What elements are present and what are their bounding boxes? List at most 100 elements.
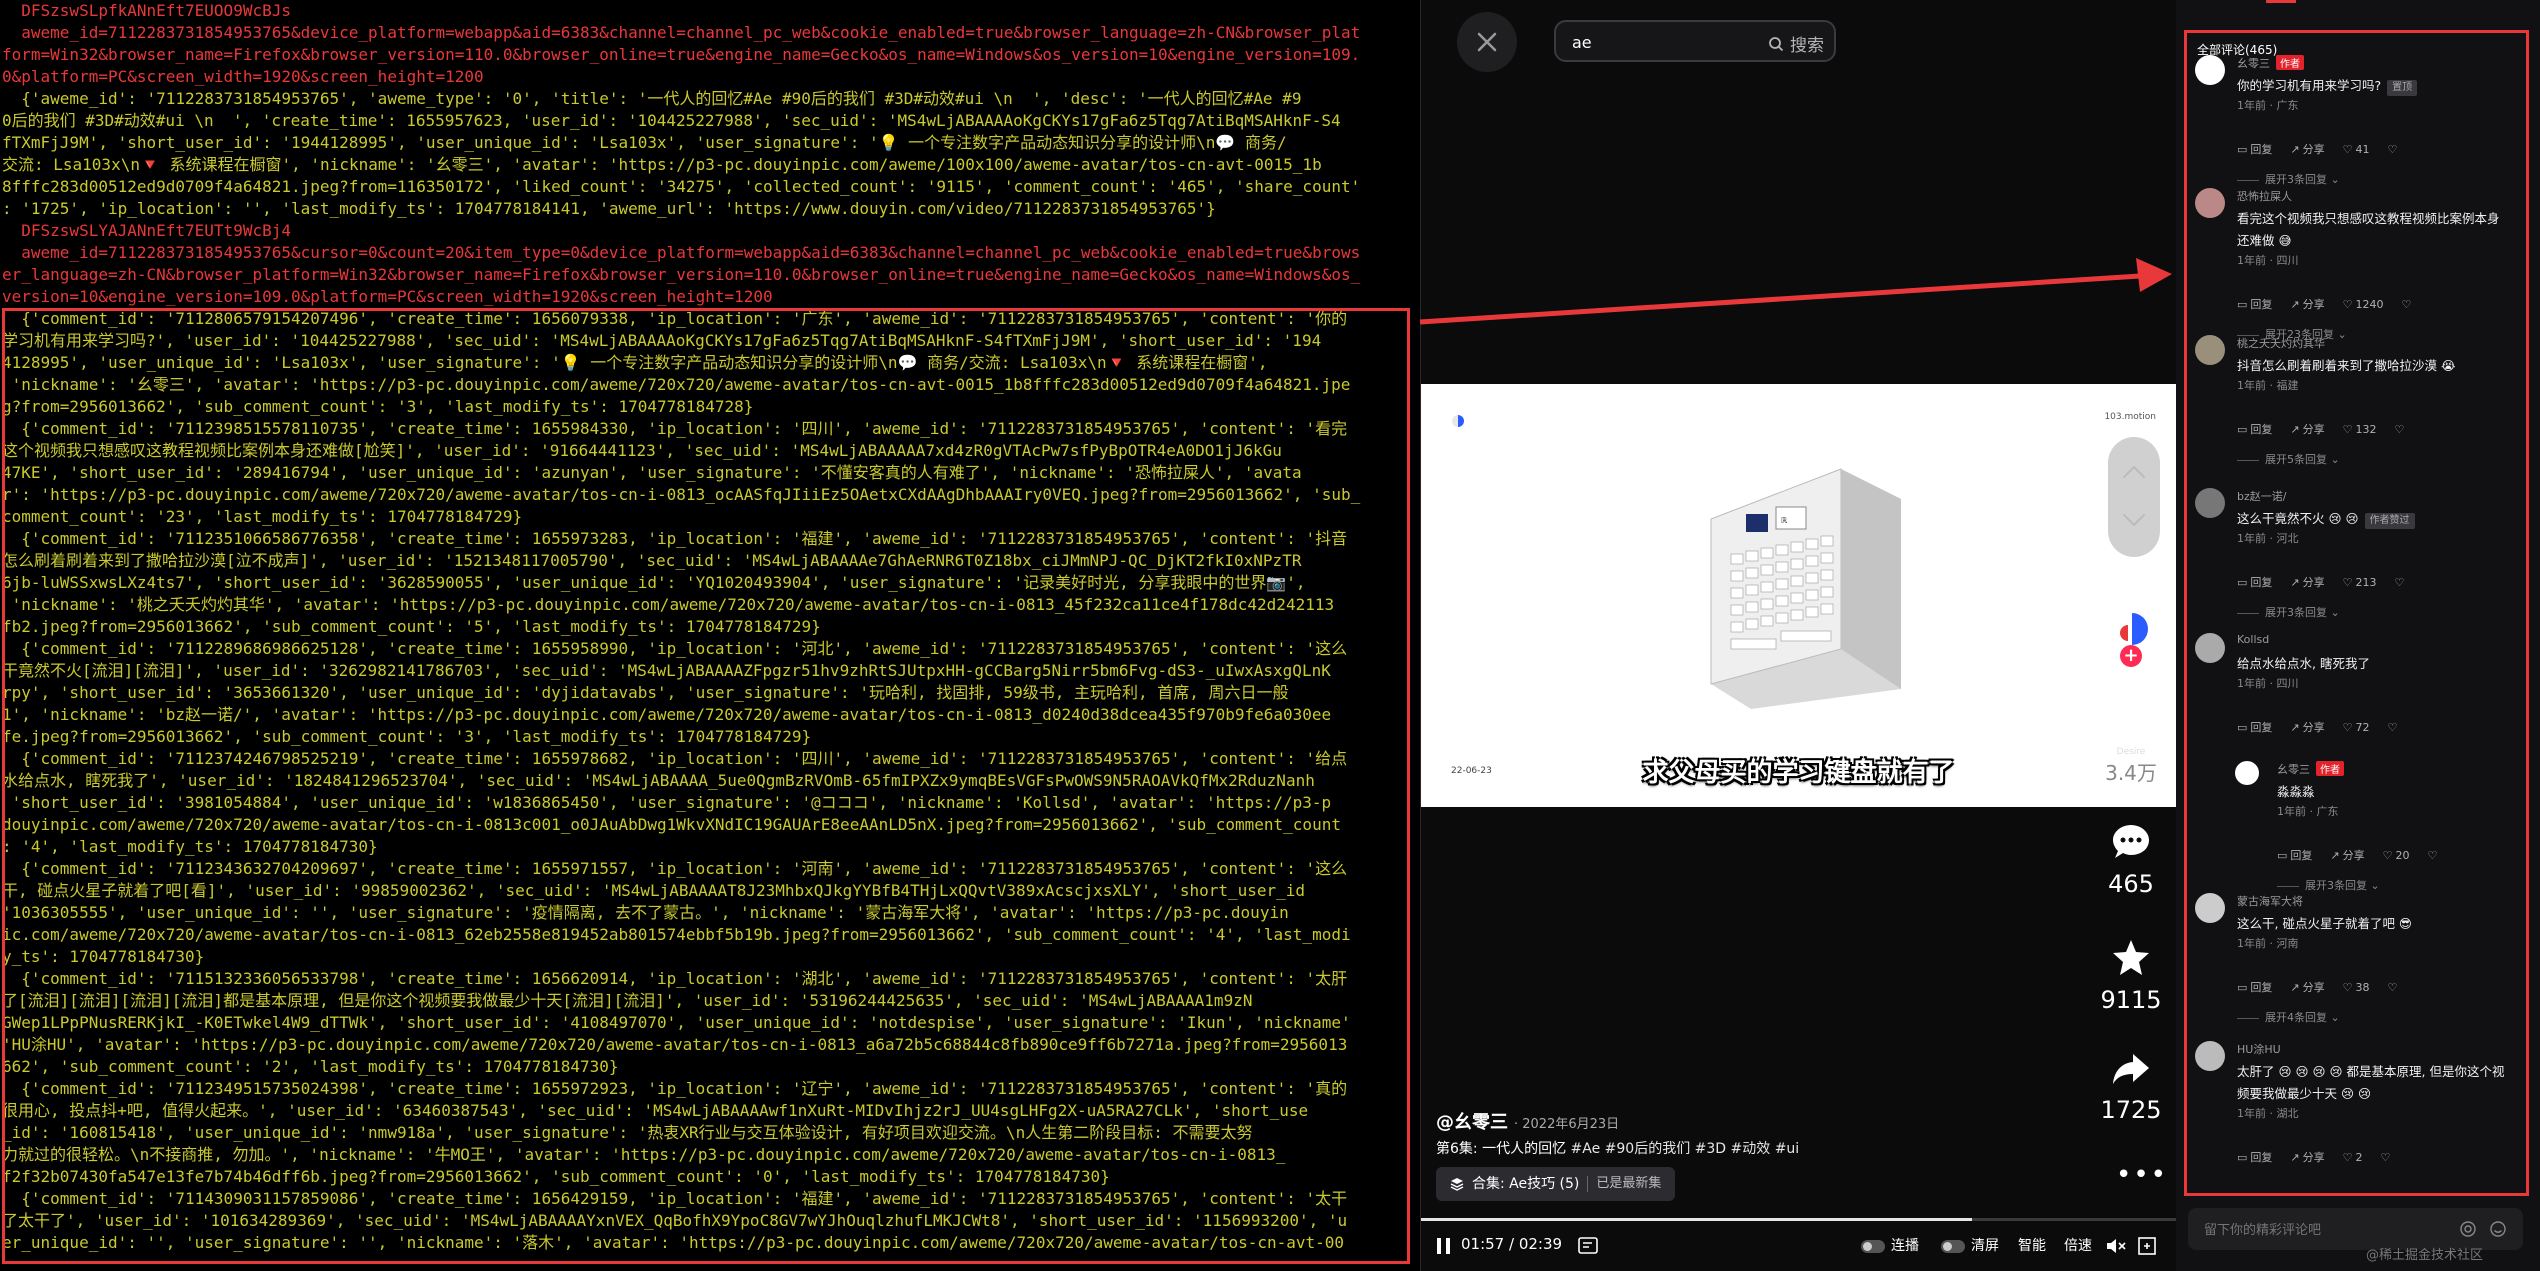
comment-text: 你的学习机有用来学习吗? 置顶 — [2237, 75, 2507, 97]
dislike-button[interactable]: ♡ — [2381, 1149, 2391, 1165]
reply-button[interactable]: ▭ 回复 — [2237, 719, 2272, 735]
share-comment-button[interactable]: ↗ 分享 — [2290, 296, 2324, 312]
comment-content: 给点水给点水, 瞎死我了 — [2237, 656, 2370, 671]
video-frame[interactable]: 103.motion ℝ 22-06-23 求父母买的学习键盘就有了 — [1421, 384, 2176, 807]
comment-like-button[interactable]: ♡ 72 — [2343, 719, 2370, 735]
share-comment-button[interactable]: ↗ 分享 — [2290, 979, 2324, 995]
follow-button[interactable]: + — [2120, 645, 2142, 667]
share-comment-button[interactable]: ↗ 分享 — [2330, 847, 2364, 863]
layers-icon — [1450, 1178, 1464, 1191]
more-options-icon[interactable]: ••• — [2116, 1160, 2168, 1190]
reply-button[interactable]: ▭ 回复 — [2237, 1149, 2272, 1165]
dislike-button[interactable]: ♡ — [2395, 421, 2405, 437]
comment-username[interactable]: 幺零三 作者 — [2237, 55, 2304, 71]
comment-action[interactable]: 465 — [2086, 822, 2176, 898]
hashtags[interactable]: #Ae #90后的我们 #3D #动效 #ui — [1571, 1141, 1800, 1157]
dislike-button[interactable]: ♡ — [2395, 574, 2405, 590]
share-comment-button[interactable]: ↗ 分享 — [2290, 141, 2324, 157]
comment-actions: ▭ 回复 ↗ 分享 ♡ 38 ♡ — [2237, 979, 2397, 995]
share-comment-button[interactable]: ↗ 分享 — [2290, 719, 2324, 735]
close-button[interactable] — [1457, 12, 1517, 72]
reply-button[interactable]: ▭ 回复 — [2277, 847, 2312, 863]
comment-username[interactable]: 幺零三 作者 — [2277, 761, 2344, 777]
chevron-up-icon[interactable] — [2122, 465, 2146, 489]
share-comment-button[interactable]: ↗ 分享 — [2290, 574, 2324, 590]
avatar[interactable] — [2195, 488, 2225, 518]
avatar[interactable] — [2195, 55, 2225, 85]
comments-panel: 全部评论(465) 幺零三 作者 你的学习机有用来学习吗? 置顶 1年前 · 广东 ▭ 回复… — [2176, 0, 2540, 1271]
comment-username[interactable]: Kollsd — [2237, 633, 2269, 646]
continuous-play-toggle[interactable]: 连播 — [1861, 1235, 1919, 1255]
reply-button[interactable]: ▭ 回复 — [2237, 979, 2272, 995]
heart-icon: ♡ — [2342, 1150, 2353, 1164]
like-action[interactable]: Desire 3.4万 — [2086, 705, 2176, 786]
player-controls: 01:57 / 02:39 连播 清屏 智能 倍速 — [1421, 1228, 2176, 1268]
favorite-action[interactable]: 9115 — [2086, 938, 2176, 1014]
video-nav-slider[interactable] — [2108, 437, 2160, 557]
share-comment-button[interactable]: ↗ 分享 — [2290, 1149, 2324, 1165]
comment-text: 淼淼淼 — [2277, 781, 2526, 803]
username-text: bz赵一诺/ — [2237, 490, 2287, 503]
avatar[interactable] — [2195, 188, 2225, 218]
comment-like-button[interactable]: ♡ 213 — [2343, 574, 2377, 590]
volume-mute-icon[interactable] — [2106, 1237, 2126, 1255]
comment-username[interactable]: bz赵一诺/ — [2237, 488, 2286, 504]
share-icon: ↗ — [2330, 848, 2340, 862]
author-name[interactable]: @幺零三 — [1436, 1112, 1508, 1133]
dislike-button[interactable]: ♡ — [2388, 719, 2398, 735]
comment-like-button[interactable]: ♡ 132 — [2343, 421, 2377, 437]
comments-highlight-box: 全部评论(465) 幺零三 作者 你的学习机有用来学习吗? 置顶 1年前 · 广东 ▭ 回复… — [2184, 30, 2529, 1196]
chevron-down-icon[interactable] — [2122, 503, 2146, 527]
progress-bar[interactable] — [1421, 1218, 2176, 1221]
danmaku-icon[interactable] — [1578, 1237, 1600, 1255]
search-button[interactable]: 搜索 — [1768, 31, 1824, 56]
avatar[interactable] — [2235, 761, 2259, 785]
share-action[interactable]: 1725 — [2086, 1050, 2176, 1124]
comment-like-button[interactable]: ♡ 20 — [2383, 847, 2410, 863]
share-comment-button[interactable]: ↗ 分享 — [2290, 421, 2324, 437]
clear-screen-toggle[interactable]: 清屏 — [1941, 1235, 1999, 1255]
comment-like-button[interactable]: ♡ 38 — [2343, 979, 2370, 995]
search-input[interactable] — [1570, 28, 1754, 56]
heart-icon — [2113, 708, 2149, 743]
reply-input[interactable] — [2202, 1218, 2446, 1242]
at-icon[interactable] — [2459, 1220, 2477, 1238]
collection-chip[interactable]: 合集: Ae技巧 (5) 已是最新集 — [1436, 1167, 1676, 1201]
reply-button[interactable]: ▭ 回复 — [2237, 296, 2272, 312]
fullscreen-icon[interactable] — [2138, 1237, 2156, 1255]
dislike-button[interactable]: ♡ — [2388, 141, 2398, 157]
quality-button[interactable]: 智能 — [2018, 1235, 2046, 1255]
expand-replies[interactable]: 展开3条回复 ⌄ — [2237, 604, 2340, 620]
avatar[interactable] — [2195, 335, 2225, 365]
avatar[interactable] — [2195, 633, 2225, 663]
pause-button[interactable] — [1437, 1238, 1451, 1254]
dislike-button[interactable]: ♡ — [2428, 847, 2438, 863]
comment-username[interactable]: 蒙古海军大将 — [2237, 893, 2303, 909]
reply-button[interactable]: ▭ 回复 — [2237, 141, 2272, 157]
comment-actions: ▭ 回复 ↗ 分享 ♡ 132 ♡ — [2237, 421, 2404, 437]
comment-username[interactable]: 恐怖拉屎人 — [2237, 188, 2292, 204]
reply-button[interactable]: ▭ 回复 — [2237, 574, 2272, 590]
dislike-button[interactable]: ♡ — [2402, 296, 2412, 312]
terminal-line: 0&platform=PC&screen_width=1920&screen_h… — [2, 67, 484, 86]
expand-replies[interactable]: 展开4条回复 ⌄ — [2237, 1009, 2340, 1025]
comment-content: 看完这个视频我只想感叹这教程视频比案例本身还难做 😅 — [2237, 211, 2500, 248]
emoji-icon[interactable] — [2489, 1220, 2507, 1238]
avatar[interactable] — [2195, 893, 2225, 923]
comment-actions: ▭ 回复 ↗ 分享 ♡ 213 ♡ — [2237, 574, 2404, 590]
author-avatar[interactable]: + — [2098, 597, 2162, 667]
expand-replies[interactable]: 展开3条回复 ⌄ — [2237, 171, 2340, 187]
reply-button[interactable]: ▭ 回复 — [2237, 421, 2272, 437]
comment-actions: ▭ 回复 ↗ 分享 ♡ 41 ♡ — [2237, 141, 2397, 157]
avatar[interactable] — [2195, 1041, 2225, 1071]
comment-username[interactable]: 桃之夭夭灼灼其华 — [2237, 335, 2325, 351]
comment-like-button[interactable]: ♡ 1240 — [2343, 296, 2384, 312]
comment-like-button[interactable]: ♡ 2 — [2343, 1149, 2363, 1165]
dislike-button[interactable]: ♡ — [2388, 979, 2398, 995]
speed-button[interactable]: 倍速 — [2064, 1235, 2092, 1255]
dislike-icon: ♡ — [2387, 720, 2398, 734]
expand-replies[interactable]: 展开5条回复 ⌄ — [2237, 451, 2340, 467]
comment-username[interactable]: HU涂HU — [2237, 1041, 2281, 1057]
comment-like-button[interactable]: ♡ 41 — [2343, 141, 2370, 157]
expand-replies[interactable]: 展开3条回复 ⌄ — [2277, 877, 2380, 893]
